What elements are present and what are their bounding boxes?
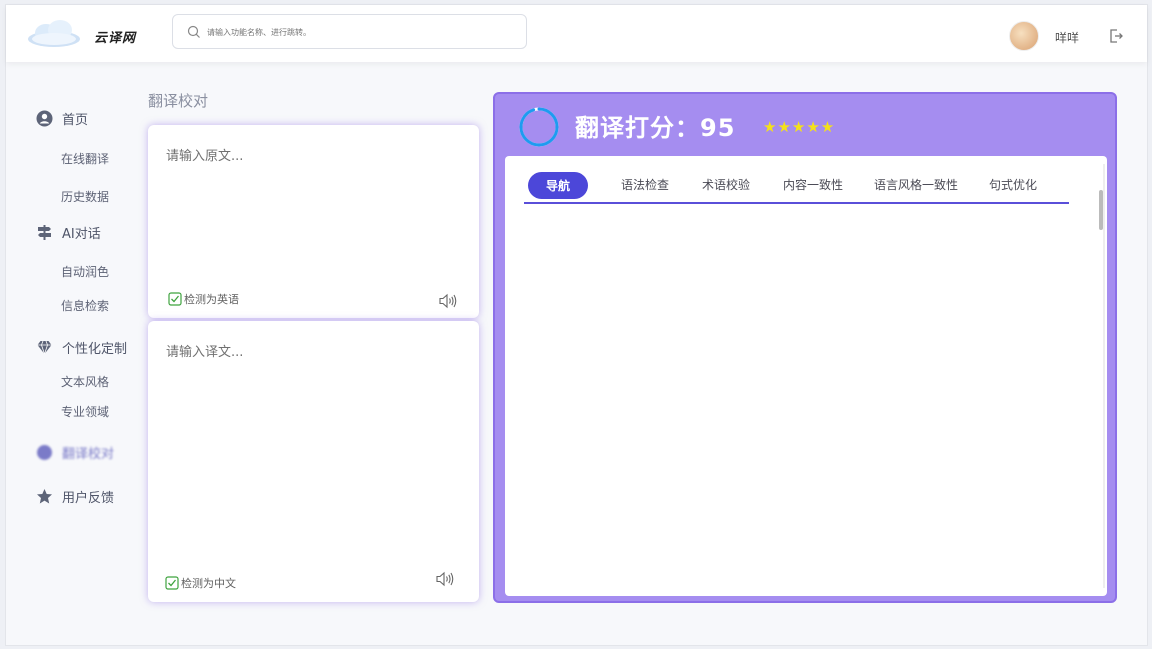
- check-box-icon: [168, 292, 182, 306]
- nav-auto-polish[interactable]: 自动润色: [61, 263, 109, 280]
- top-header: 云译网 咩咩: [6, 5, 1147, 62]
- nav-personalize-label: 个性化定制: [62, 342, 128, 357]
- avatar[interactable]: [1009, 21, 1039, 51]
- search-box[interactable]: [172, 14, 527, 49]
- logout-icon[interactable]: [1107, 27, 1125, 45]
- nav-online-translate[interactable]: 在线翻译: [61, 150, 109, 167]
- cloud-logo-icon: [28, 20, 80, 47]
- source-detect-text: 检测为英语: [184, 293, 239, 306]
- nav-domain[interactable]: 专业领域: [61, 403, 109, 420]
- tab-content-consistency[interactable]: 内容一致性: [783, 176, 843, 193]
- username[interactable]: 咩咩: [1055, 29, 1079, 46]
- speaker-icon[interactable]: [435, 571, 455, 587]
- search-input[interactable]: [207, 24, 507, 40]
- signpost-icon: [38, 225, 51, 240]
- score-panel: 翻译打分：95 ★★★★★ 导航 语法检查 术语校验 内容一致性 语言风格一致性…: [493, 92, 1117, 603]
- star-rating: ★★★★★: [763, 118, 836, 136]
- brand-name: 云译网: [94, 31, 137, 46]
- proofread-icon: [37, 445, 52, 460]
- page-title: 翻译校对: [148, 92, 209, 110]
- target-text-card: 检测为中文: [148, 321, 479, 602]
- source-text-card: 检测为英语: [148, 125, 479, 318]
- nav-feedback[interactable]: 用户反馈: [36, 487, 114, 506]
- target-detect-label: 检测为中文: [165, 575, 236, 591]
- nav-proofread[interactable]: 翻译校对: [36, 443, 114, 462]
- analysis-box: 导航 语法检查 术语校验 内容一致性 语言风格一致性 句式优化: [505, 156, 1107, 596]
- scrollbar-track: [1103, 164, 1105, 588]
- sidebar: 首页 在线翻译 历史数据 AI对话 自动润色 信息检索 个性化定制 文本风格 专…: [6, 62, 146, 647]
- star-icon: [37, 489, 52, 504]
- search-icon: [187, 25, 200, 38]
- analysis-tabs: 导航 语法检查 术语校验 内容一致性 语言风格一致性 句式优化: [524, 170, 1069, 204]
- tab-navigation[interactable]: 导航: [528, 172, 589, 199]
- tab-grammar-check[interactable]: 语法检查: [621, 176, 669, 193]
- check-box-icon: [165, 576, 179, 590]
- tab-style-consistency[interactable]: 语言风格一致性: [874, 176, 958, 193]
- source-text-input[interactable]: [166, 145, 456, 265]
- nav-proofread-label: 翻译校对: [62, 447, 115, 462]
- nav-home[interactable]: 首页: [36, 109, 88, 128]
- tab-term-check[interactable]: 术语校验: [702, 176, 750, 193]
- source-detect-label: 检测为英语: [168, 291, 239, 307]
- target-text-input[interactable]: [166, 341, 456, 461]
- nav-feedback-label: 用户反馈: [62, 491, 115, 506]
- diamond-icon: [37, 340, 52, 355]
- user-circle-icon: [36, 110, 53, 127]
- nav-home-label: 首页: [62, 113, 89, 128]
- speaker-icon[interactable]: [438, 293, 458, 309]
- app-frame: 云译网 咩咩 首页 在线翻译 历史数据: [5, 4, 1148, 646]
- score-label: 翻译打分：95: [575, 114, 736, 142]
- target-detect-text: 检测为中文: [181, 577, 236, 590]
- nav-text-style[interactable]: 文本风格: [61, 373, 109, 390]
- nav-personalize[interactable]: 个性化定制: [36, 338, 127, 357]
- tab-sentence-optimization[interactable]: 句式优化: [989, 176, 1037, 193]
- nav-ai-chat[interactable]: AI对话: [36, 223, 101, 242]
- nav-ai-chat-label: AI对话: [62, 227, 101, 242]
- scrollbar-thumb[interactable]: [1099, 190, 1103, 230]
- nav-info-search[interactable]: 信息检索: [61, 297, 109, 314]
- nav-history[interactable]: 历史数据: [61, 188, 109, 205]
- score-progress-ring: [519, 107, 559, 147]
